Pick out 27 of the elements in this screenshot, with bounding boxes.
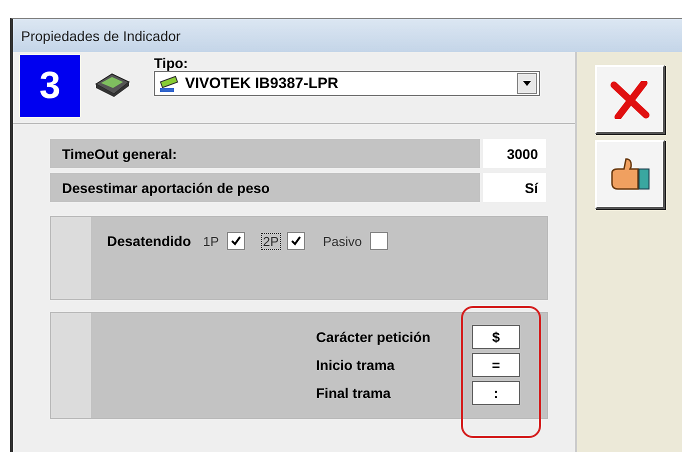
cancel-button[interactable] bbox=[594, 65, 664, 134]
checkbox[interactable] bbox=[370, 232, 388, 250]
frame-label: Inicio trama bbox=[316, 357, 396, 373]
type-dropdown[interactable]: VIVOTEK IB9387-LPR bbox=[154, 71, 540, 96]
frame-label: Final trama bbox=[316, 385, 392, 401]
option-label: Pasivo bbox=[322, 232, 363, 250]
setting-label: TimeOut general: bbox=[50, 139, 480, 168]
camera-icon bbox=[159, 74, 181, 92]
close-icon bbox=[610, 80, 650, 118]
setting-value[interactable]: Sí bbox=[483, 173, 546, 202]
setting-value[interactable]: 3000 bbox=[483, 139, 546, 168]
window-title: Propiedades de Indicador bbox=[13, 19, 682, 52]
indicator-number: 3 bbox=[20, 55, 80, 117]
frame-value-field[interactable]: $ bbox=[472, 325, 520, 349]
checkbox[interactable] bbox=[226, 232, 245, 250]
checkmark-icon bbox=[290, 235, 302, 247]
checkbox[interactable] bbox=[286, 232, 305, 250]
frame-value-field[interactable]: = bbox=[472, 353, 520, 377]
option-label: 1P bbox=[202, 232, 220, 250]
unattended-label: Desatendido bbox=[107, 233, 192, 249]
option-label: 2P bbox=[260, 232, 281, 250]
frame-value-field[interactable]: : bbox=[472, 381, 520, 405]
type-label: Tipo: bbox=[154, 55, 189, 71]
accept-button[interactable] bbox=[594, 140, 664, 209]
checkmark-icon bbox=[230, 235, 242, 247]
setting-label: Desestimar aportación de peso bbox=[50, 173, 480, 202]
frame-label: Carácter petición bbox=[316, 329, 432, 345]
